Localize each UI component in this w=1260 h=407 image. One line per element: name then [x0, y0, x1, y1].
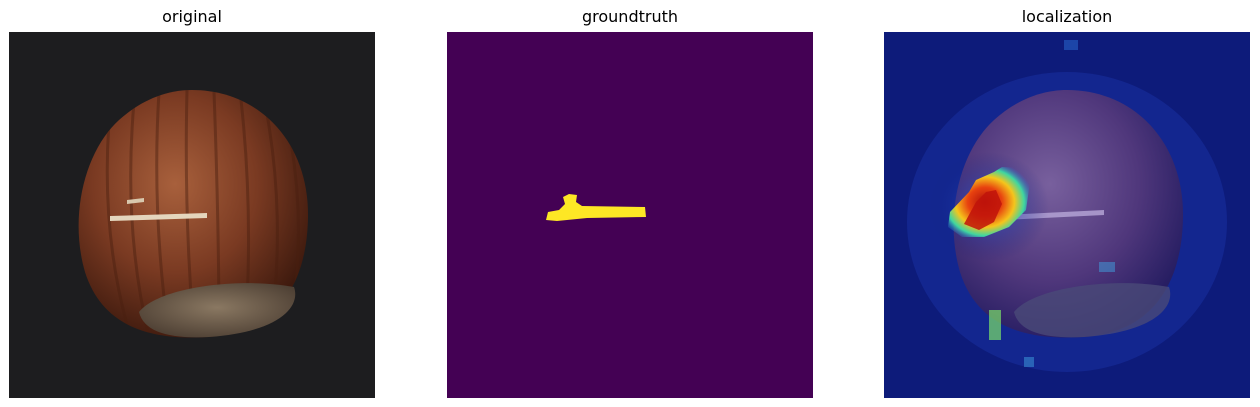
localization-heatmap-image: [884, 32, 1250, 398]
localization-panel: localization: [884, 0, 1250, 407]
original-image: [9, 32, 375, 398]
groundtruth-panel: groundtruth: [447, 0, 813, 407]
groundtruth-title: groundtruth: [581, 7, 678, 26]
original-title: original: [162, 7, 222, 26]
groundtruth-mask-image: [447, 32, 813, 398]
original-panel: original: [9, 0, 375, 407]
localization-title: localization: [1021, 7, 1113, 26]
